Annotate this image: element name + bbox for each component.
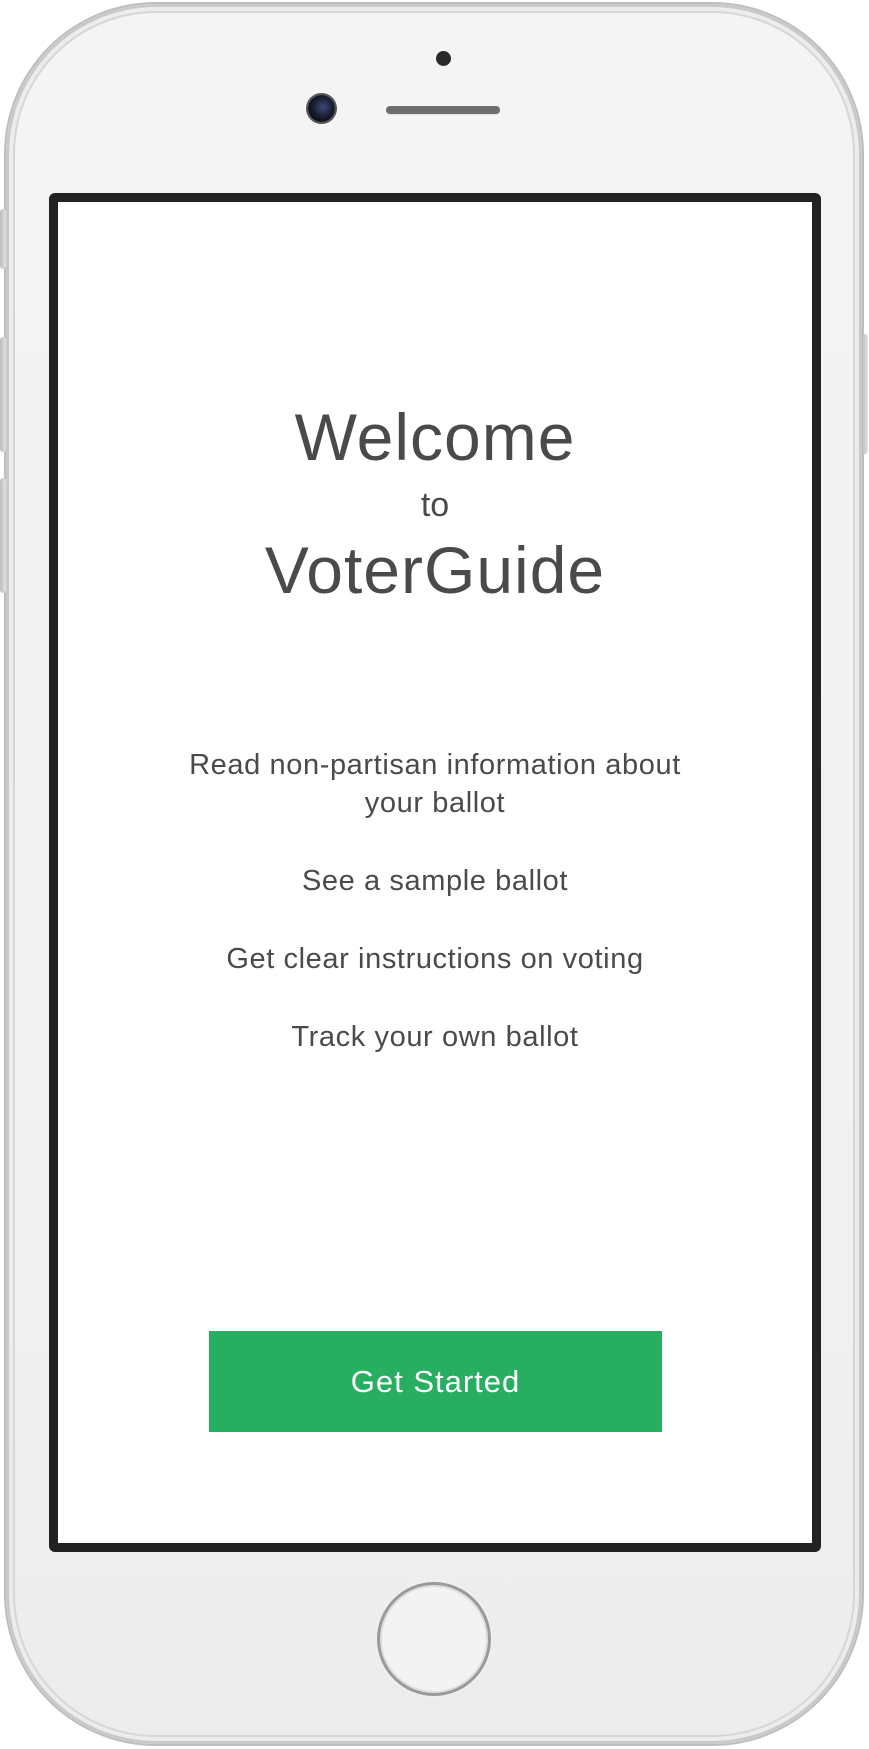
feature-list: Read non-partisan information about your… xyxy=(185,746,685,1096)
volume-up-button xyxy=(0,337,6,452)
speaker-icon xyxy=(386,106,500,114)
camera-icon xyxy=(308,95,335,122)
get-started-button[interactable]: Get Started xyxy=(209,1331,662,1432)
welcome-to: to xyxy=(420,486,450,524)
feature-item: Track your own ballot xyxy=(291,1021,579,1053)
power-button xyxy=(862,334,868,454)
welcome-heading: Welcome xyxy=(294,400,576,474)
proximity-sensor-icon xyxy=(436,51,451,66)
feature-item: Get clear instructions on voting xyxy=(226,943,644,975)
feature-item: See a sample ballot xyxy=(301,865,569,897)
home-button-icon[interactable] xyxy=(377,1582,491,1696)
feature-item: Read non-partisan information about your… xyxy=(189,749,681,819)
app-screen: Welcome to VoterGuide Read non-partisan … xyxy=(58,202,812,1543)
volume-down-button xyxy=(0,478,6,593)
app-name: VoterGuide xyxy=(264,533,606,607)
mute-switch xyxy=(0,209,6,269)
